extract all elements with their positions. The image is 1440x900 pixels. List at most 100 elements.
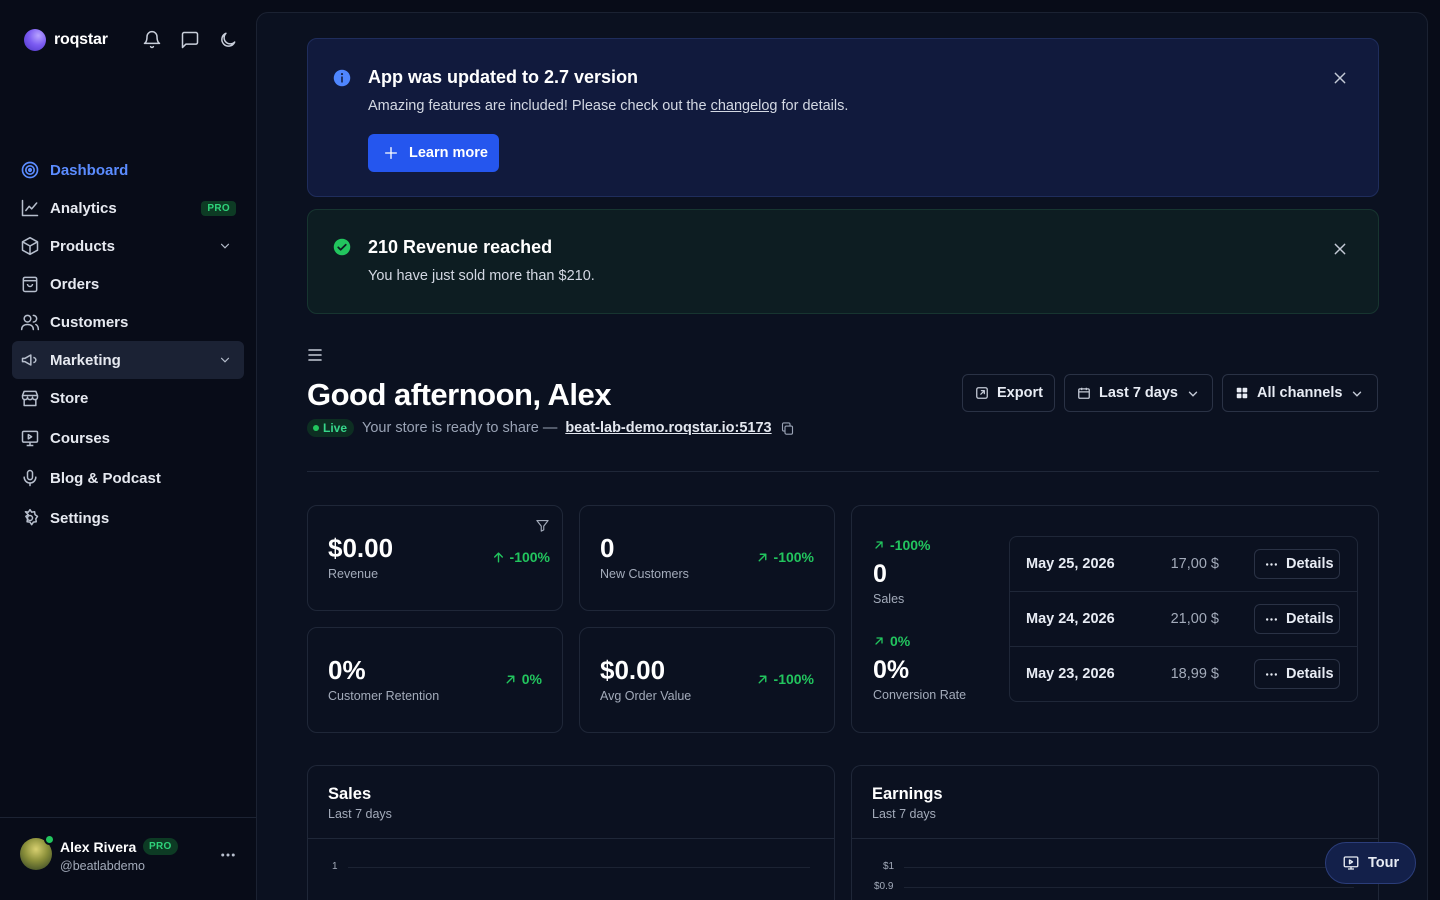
learn-more-button[interactable]: Learn more	[368, 134, 499, 172]
online-status-dot	[44, 834, 55, 845]
sales-change: -100%	[873, 537, 930, 553]
details-button[interactable]: Details	[1254, 659, 1340, 689]
changelog-link[interactable]: changelog	[711, 98, 778, 114]
y-tick-label: $0.9	[874, 881, 894, 892]
gear-icon	[20, 508, 40, 528]
external-link-icon	[975, 386, 989, 400]
shopping-bag-icon	[20, 274, 40, 294]
section-divider	[307, 471, 1379, 472]
moon-icon[interactable]	[218, 30, 238, 50]
kpi-value: 0%	[328, 655, 366, 685]
tour-label: Tour	[1368, 855, 1400, 871]
details-button[interactable]: Details	[1254, 549, 1340, 579]
kpi-change-value: -100%	[773, 549, 814, 565]
details-label: Details	[1286, 611, 1334, 627]
menu-icon[interactable]	[307, 348, 323, 362]
filter-icon[interactable]	[535, 518, 550, 533]
sales-change-value: -100%	[890, 537, 931, 553]
details-button[interactable]: Details	[1254, 604, 1340, 634]
date-range-select[interactable]: Last 7 days	[1064, 374, 1213, 412]
grid-line	[348, 867, 810, 868]
transactions-list: May 25, 2026 17,00 $ Details May 24, 202…	[1009, 536, 1358, 702]
live-label: Live	[323, 421, 348, 435]
user-profile[interactable]: Alex Rivera PRO @beatlabdemo	[0, 817, 256, 900]
y-tick-label: 1	[332, 861, 338, 872]
calendar-icon	[1077, 386, 1091, 400]
sidebar: roqstar Dashboard Analytics PRO Products	[0, 0, 256, 900]
transaction-date: May 25, 2026	[1026, 556, 1115, 572]
sidebar-top-icons	[142, 30, 238, 50]
sales-summary-card: -100% 0 Sales 0% 0% Conversion Rate May …	[851, 505, 1379, 733]
sidebar-item-courses[interactable]: Courses	[12, 419, 244, 457]
earnings-chart-card: Earnings Last 7 days $1 $0.9	[851, 765, 1379, 900]
details-label: Details	[1286, 556, 1334, 572]
chart-subtitle: Last 7 days	[328, 807, 392, 821]
sidebar-item-dashboard[interactable]: Dashboard	[12, 151, 244, 189]
date-range-label: Last 7 days	[1099, 385, 1178, 401]
transaction-date: May 24, 2026	[1026, 611, 1115, 627]
kpi-change: 0%	[504, 671, 542, 687]
sidebar-item-marketing[interactable]: Marketing	[12, 341, 244, 379]
alert-text-before: Amazing features are included! Please ch…	[368, 98, 711, 114]
alert-text: You have just sold more than $210.	[368, 268, 595, 284]
y-tick-label: $1	[883, 861, 895, 872]
alert-text: Amazing features are included! Please ch…	[368, 98, 848, 114]
close-icon[interactable]	[1332, 70, 1348, 86]
export-button[interactable]: Export	[962, 374, 1055, 412]
list-item: May 23, 2026 18,99 $ Details	[1010, 647, 1357, 702]
alert-text-after: for details.	[777, 98, 849, 114]
kpi-change: -100%	[756, 549, 814, 565]
sidebar-item-store[interactable]: Store	[12, 379, 244, 417]
sidebar-item-label: Settings	[50, 509, 110, 527]
channels-select[interactable]: All channels	[1222, 374, 1378, 412]
conversion-value: 0%	[873, 656, 910, 684]
alert-title: 210 Revenue reached	[368, 237, 553, 257]
learn-more-label: Learn more	[409, 145, 488, 161]
sidebar-nav: Dashboard Analytics PRO Products Orders …	[12, 151, 244, 537]
arrow-up-right-icon	[504, 673, 517, 686]
transaction-amount: 17,00 $	[1170, 556, 1219, 572]
chart-subtitle: Last 7 days	[872, 807, 936, 821]
chevron-down-icon	[218, 239, 232, 253]
kpi-card-avg-order-value: $0.00 Avg Order Value -100%	[579, 627, 835, 733]
sidebar-item-analytics[interactable]: Analytics PRO	[12, 189, 244, 227]
more-horizontal-icon[interactable]	[219, 848, 237, 862]
tour-button[interactable]: Tour	[1325, 842, 1416, 884]
chevron-down-icon	[1350, 387, 1362, 399]
chart-line-icon	[20, 198, 40, 218]
conversion-change-value: 0%	[890, 633, 911, 649]
transaction-amount: 21,00 $	[1170, 611, 1219, 627]
sidebar-item-label: Marketing	[50, 351, 121, 369]
sidebar-item-products[interactable]: Products	[12, 227, 244, 265]
store-url-link[interactable]: beat-lab-demo.roqstar.io:5173	[565, 420, 771, 436]
copy-icon[interactable]	[780, 421, 795, 436]
sidebar-item-label: Orders	[50, 275, 100, 293]
pro-badge: PRO	[201, 201, 236, 216]
grid-icon	[1235, 386, 1249, 400]
kpi-label: Customer Retention	[328, 689, 440, 703]
brand[interactable]: roqstar	[24, 29, 108, 51]
more-horizontal-icon	[1265, 558, 1278, 571]
arrow-up-right-icon	[873, 635, 885, 647]
kpi-label: Avg Order Value	[600, 689, 692, 703]
close-icon[interactable]	[1332, 241, 1348, 257]
export-label: Export	[997, 385, 1043, 401]
kpi-value: 0	[600, 533, 615, 563]
sidebar-item-customers[interactable]: Customers	[12, 303, 244, 341]
presentation-icon	[20, 428, 40, 448]
user-pro-badge: PRO	[143, 838, 178, 855]
more-horizontal-icon	[1265, 613, 1278, 626]
kpi-change: -100%	[492, 549, 550, 565]
bell-icon[interactable]	[142, 30, 162, 50]
chart-header-divider	[308, 838, 834, 839]
kpi-card-customer-retention: 0% Customer Retention 0%	[307, 627, 563, 733]
main-panel: App was updated to 2.7 version Amazing f…	[256, 12, 1428, 900]
sidebar-item-settings[interactable]: Settings	[12, 499, 244, 537]
sidebar-item-orders[interactable]: Orders	[12, 265, 244, 303]
box-icon	[20, 236, 40, 256]
alert-title: App was updated to 2.7 version	[368, 67, 639, 87]
chat-icon[interactable]	[180, 30, 200, 50]
kpi-label: New Customers	[600, 567, 689, 581]
sidebar-item-label: Blog & Podcast	[50, 469, 161, 487]
sidebar-item-blog-podcast[interactable]: Blog & Podcast	[12, 459, 244, 497]
